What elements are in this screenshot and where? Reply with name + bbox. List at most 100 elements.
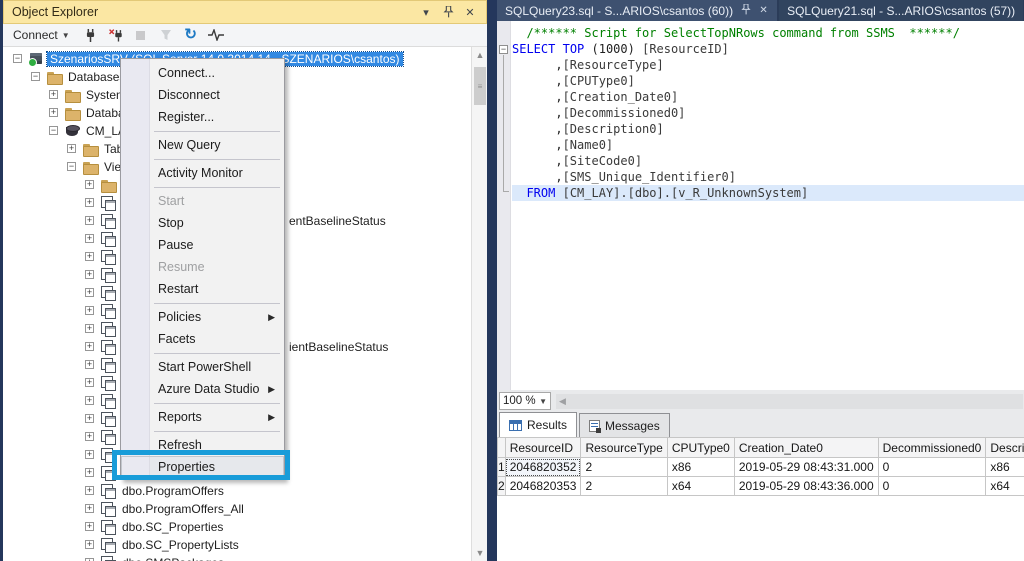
editor-horizontal-scrollbar[interactable]: ◀ bbox=[556, 394, 1023, 409]
expand-icon[interactable]: + bbox=[67, 144, 76, 153]
expand-icon[interactable]: + bbox=[85, 468, 94, 477]
filter-icon bbox=[158, 27, 174, 43]
menu-item-disconnect[interactable]: Disconnect bbox=[121, 84, 284, 106]
grid-cell[interactable]: 0 bbox=[878, 477, 986, 496]
tree-item-dbo-sc-propertylists[interactable]: +dbo.SC_PropertyLists bbox=[3, 536, 473, 554]
grid-cell[interactable]: 2046820353 bbox=[505, 477, 581, 496]
grid-cell[interactable]: x64 bbox=[986, 477, 1024, 496]
refresh-icon[interactable]: ↻ bbox=[183, 27, 199, 43]
tree-item-dbo-programoffers[interactable]: +dbo.ProgramOffers bbox=[3, 482, 473, 500]
scroll-up-icon[interactable]: ▲ bbox=[472, 47, 488, 63]
grid-column-header-decommissioned0[interactable]: Decommissioned0 bbox=[878, 438, 986, 458]
collapse-icon[interactable]: − bbox=[13, 54, 22, 63]
expand-icon[interactable]: + bbox=[85, 324, 94, 333]
tree-item-dbo-smspackages[interactable]: +dbo.SMSPackages bbox=[3, 554, 473, 561]
grid-cell[interactable]: x86 bbox=[667, 458, 734, 477]
expand-icon[interactable]: + bbox=[85, 288, 94, 297]
menu-item-register[interactable]: Register... bbox=[121, 106, 284, 128]
fold-guide-foot bbox=[503, 191, 509, 192]
menu-item-policies[interactable]: Policies▶ bbox=[121, 306, 284, 328]
grid-cell[interactable]: 2019-05-29 08:43:31.000 bbox=[734, 458, 878, 477]
expand-icon[interactable]: + bbox=[85, 522, 94, 531]
expand-icon[interactable]: + bbox=[85, 540, 94, 549]
close-icon[interactable]: ✕ bbox=[462, 4, 478, 20]
menu-item-reports[interactable]: Reports▶ bbox=[121, 406, 284, 428]
tree-item-dbo-programoffers-all[interactable]: +dbo.ProgramOffers_All bbox=[3, 500, 473, 518]
tab-results[interactable]: Results bbox=[499, 412, 577, 437]
menu-item-start: Start bbox=[121, 190, 284, 212]
scroll-down-icon[interactable]: ▼ bbox=[472, 545, 488, 561]
menu-item-activity-monitor[interactable]: Activity Monitor bbox=[121, 162, 284, 184]
code-token: , bbox=[512, 122, 563, 136]
grid-column-header-cputype0[interactable]: CPUType0 bbox=[667, 438, 734, 458]
expand-icon[interactable]: + bbox=[85, 396, 94, 405]
expand-icon[interactable]: + bbox=[85, 360, 94, 369]
expand-icon[interactable]: + bbox=[85, 504, 94, 513]
expand-icon[interactable]: + bbox=[85, 252, 94, 261]
expand-icon[interactable]: + bbox=[85, 342, 94, 351]
zoom-level-select[interactable]: 100 % ▼ bbox=[499, 392, 551, 410]
connect-button[interactable]: Connect ▼ bbox=[9, 26, 74, 44]
activity-monitor-icon[interactable] bbox=[208, 27, 224, 43]
grid-cell[interactable]: x86 bbox=[986, 458, 1024, 477]
pane-splitter[interactable] bbox=[487, 0, 497, 561]
grid-cell[interactable]: 0 bbox=[878, 458, 986, 477]
collapse-icon[interactable]: − bbox=[49, 126, 58, 135]
expand-icon[interactable]: + bbox=[85, 486, 94, 495]
tab-pin-icon[interactable] bbox=[740, 4, 751, 18]
grid-column-header-resourcetype[interactable]: ResourceType bbox=[581, 438, 667, 458]
collapse-icon[interactable]: − bbox=[31, 72, 40, 81]
expand-icon[interactable]: + bbox=[85, 216, 94, 225]
grid-column-header-resourceid[interactable]: ResourceID bbox=[505, 438, 581, 458]
tab-messages[interactable]: Messages bbox=[579, 413, 670, 437]
disconnect-icon[interactable] bbox=[108, 27, 124, 43]
view-icon bbox=[101, 250, 116, 264]
expand-icon[interactable]: + bbox=[85, 306, 94, 315]
menu-item-new-query[interactable]: New Query bbox=[121, 134, 284, 156]
window-position-icon[interactable]: ▾ bbox=[418, 4, 434, 20]
results-grid[interactable]: ResourceIDResourceTypeCPUType0Creation_D… bbox=[497, 437, 1024, 496]
grid-column-header-description0[interactable]: Description0 bbox=[986, 438, 1024, 458]
sql-editor[interactable]: − /****** Script for SelectTopNRows comm… bbox=[497, 21, 1024, 390]
expand-icon[interactable]: + bbox=[85, 234, 94, 243]
menu-item-pause[interactable]: Pause bbox=[121, 234, 284, 256]
tree-vertical-scrollbar[interactable]: ▲ ≡ ▼ bbox=[471, 47, 487, 561]
expand-icon[interactable]: + bbox=[49, 90, 58, 99]
expand-icon[interactable]: + bbox=[85, 414, 94, 423]
object-explorer-titlebar[interactable]: Object Explorer ▾ ✕ bbox=[3, 0, 487, 24]
fold-collapse-icon[interactable]: − bbox=[499, 45, 508, 54]
grid-row-number[interactable]: 2 bbox=[498, 477, 506, 496]
scrollbar-thumb[interactable]: ≡ bbox=[474, 67, 486, 105]
tab-close-icon[interactable]: ✕ bbox=[758, 5, 769, 16]
code-token: [SMS_Unique_Identifier0] bbox=[563, 170, 736, 184]
expand-icon[interactable]: + bbox=[49, 108, 58, 117]
tree-item-dbo-sc-properties[interactable]: +dbo.SC_Properties bbox=[3, 518, 473, 536]
menu-item-start-powershell[interactable]: Start PowerShell bbox=[121, 356, 284, 378]
tab-sqlquery23[interactable]: SQLQuery23.sql - S...ARIOS\csantos (60))… bbox=[497, 0, 777, 21]
menu-item-restart[interactable]: Restart bbox=[121, 278, 284, 300]
menu-item-connect[interactable]: Connect... bbox=[121, 62, 284, 84]
grid-row-number-header[interactable] bbox=[498, 438, 506, 458]
expand-icon[interactable]: + bbox=[85, 270, 94, 279]
expand-icon[interactable]: + bbox=[85, 180, 94, 189]
pin-icon[interactable] bbox=[440, 4, 456, 20]
grid-cell[interactable]: x64 bbox=[667, 477, 734, 496]
grid-column-header-creation-date0[interactable]: Creation_Date0 bbox=[734, 438, 878, 458]
grid-cell[interactable]: 2046820352 bbox=[505, 458, 581, 477]
menu-item-stop[interactable]: Stop bbox=[121, 212, 284, 234]
scroll-left-icon[interactable]: ◀ bbox=[559, 396, 566, 407]
grid-cell[interactable]: 2019-05-29 08:43:36.000 bbox=[734, 477, 878, 496]
expand-icon[interactable]: + bbox=[85, 432, 94, 441]
expand-icon[interactable]: + bbox=[85, 198, 94, 207]
connect-object-explorer-icon[interactable] bbox=[83, 27, 99, 43]
grid-cell[interactable]: 2 bbox=[581, 458, 667, 477]
grid-cell[interactable]: 2 bbox=[581, 477, 667, 496]
collapse-icon[interactable]: − bbox=[67, 162, 76, 171]
expand-icon[interactable]: + bbox=[85, 378, 94, 387]
code-line: ,[Decommissioned0] bbox=[512, 105, 685, 121]
tab-sqlquery21[interactable]: SQLQuery21.sql - S...ARIOS\csantos (57)) bbox=[779, 0, 1023, 21]
menu-item-azure-data-studio[interactable]: Azure Data Studio▶ bbox=[121, 378, 284, 400]
menu-item-facets[interactable]: Facets bbox=[121, 328, 284, 350]
expand-icon[interactable]: + bbox=[85, 450, 94, 459]
grid-row-number[interactable]: 1 bbox=[498, 458, 506, 477]
